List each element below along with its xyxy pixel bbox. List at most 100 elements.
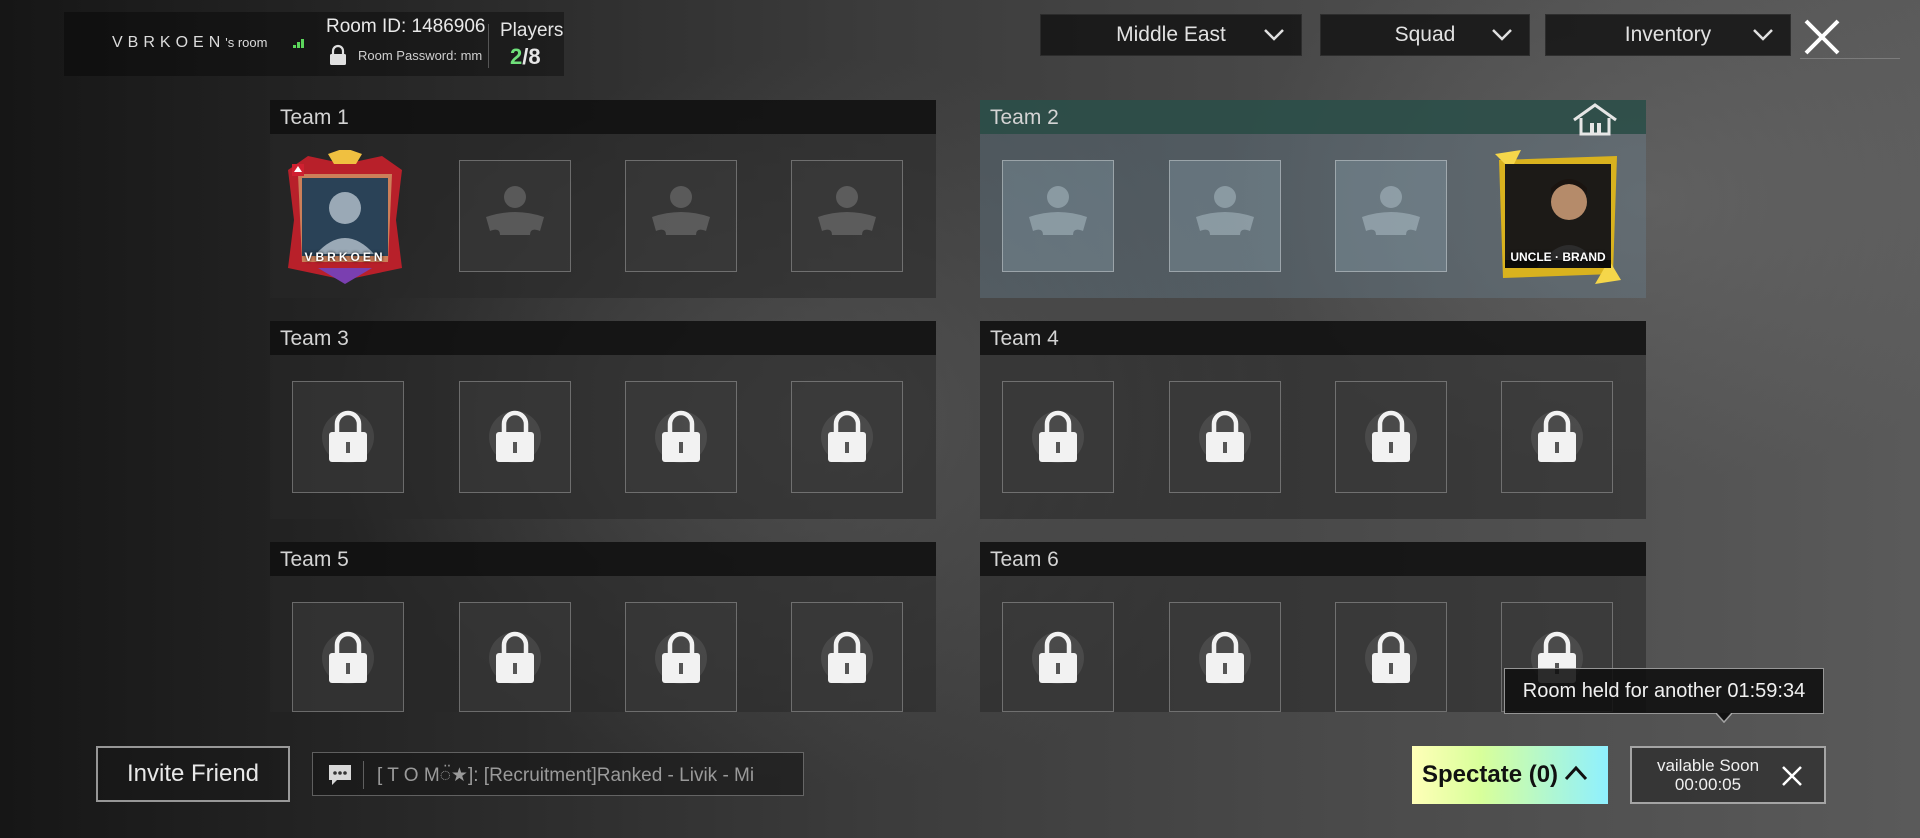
lock-icon xyxy=(821,410,873,463)
room-id: Room ID: 1486906 xyxy=(326,16,486,37)
empty-slot[interactable] xyxy=(791,160,903,272)
locked-slot[interactable] xyxy=(459,381,571,493)
available-line: vailable Soon xyxy=(1656,756,1760,775)
close-icon[interactable] xyxy=(1780,764,1804,788)
home-icon xyxy=(1573,103,1617,136)
team-1-label: Team 1 xyxy=(280,106,349,129)
mode-value: Squad xyxy=(1394,23,1456,46)
region-dropdown[interactable]: Middle East xyxy=(1040,14,1302,56)
tooltip-arrow xyxy=(1716,713,1732,723)
player-placeholder-icon xyxy=(818,186,876,235)
team-5-label: Team 5 xyxy=(280,548,349,571)
lock-icon xyxy=(655,410,707,463)
empty-slot[interactable] xyxy=(1169,160,1281,272)
lock-icon xyxy=(1531,410,1583,463)
team-4-label: Team 4 xyxy=(990,327,1059,350)
lock-icon xyxy=(330,44,346,65)
room-owner-name: VBRKOEN's room xyxy=(112,34,267,52)
locked-slot[interactable] xyxy=(1169,381,1281,493)
close-icon[interactable] xyxy=(1800,18,1844,56)
team-2-panel: Team 2 UNCLE · BRAND xyxy=(980,100,1646,298)
chevron-down-icon xyxy=(1264,29,1284,41)
lock-icon xyxy=(1199,631,1251,684)
empty-slot[interactable] xyxy=(625,160,737,272)
inventory-dropdown[interactable]: Inventory xyxy=(1545,14,1791,56)
empty-slot[interactable] xyxy=(459,160,571,272)
team-1-header: Team 1 xyxy=(270,100,936,134)
room-owner: VBRKOEN xyxy=(112,34,226,51)
info-divider xyxy=(488,24,489,68)
players-total: /8 xyxy=(522,44,541,69)
available-text: vailable Soon 00:00:05 xyxy=(1646,756,1770,794)
team-3-label: Team 3 xyxy=(280,327,349,350)
lock-icon xyxy=(489,410,541,463)
lock-icon xyxy=(655,631,707,684)
locked-slot[interactable] xyxy=(292,381,404,493)
team-3-panel: Team 3 xyxy=(270,321,936,519)
locked-slot[interactable] xyxy=(625,602,737,712)
lock-icon xyxy=(1032,631,1084,684)
lock-icon xyxy=(322,631,374,684)
locked-slot[interactable] xyxy=(625,381,737,493)
chevron-down-icon xyxy=(1753,29,1773,41)
player-avatar[interactable]: UNCLE · BRAND xyxy=(1491,150,1625,284)
chat-message: [ T O M◌̈★]: [Recruitment]Ranked - Livik… xyxy=(377,765,755,786)
player-placeholder-icon xyxy=(652,186,710,235)
spectate-label: Spectate (0) xyxy=(1422,761,1559,788)
mode-dropdown[interactable]: Squad xyxy=(1320,14,1530,56)
chat-icon xyxy=(329,765,351,785)
team-4-panel: Team 4 xyxy=(980,321,1646,519)
players-count: 2/8 xyxy=(510,44,541,70)
locked-slot[interactable] xyxy=(459,602,571,712)
team-1-panel: Team 1 VBRKOEN xyxy=(270,100,936,298)
player-placeholder-icon xyxy=(486,186,544,235)
team-6-header: Team 6 xyxy=(980,542,1646,576)
players-current: 2 xyxy=(510,44,523,69)
lock-icon xyxy=(1199,410,1251,463)
empty-slot[interactable] xyxy=(1002,160,1114,272)
team-4-header: Team 4 xyxy=(980,321,1646,355)
room-password: Room Password: mm xyxy=(358,48,483,63)
player-name: VBRKOEN xyxy=(304,250,386,264)
region-value: Middle East xyxy=(1116,23,1226,46)
available-timer: 00:00:05 xyxy=(1674,775,1742,794)
spectate-button[interactable]: Spectate (0) xyxy=(1412,746,1608,804)
player-name: UNCLE · BRAND xyxy=(1510,250,1606,264)
locked-slot[interactable] xyxy=(1169,602,1281,712)
lock-icon xyxy=(821,631,873,684)
inventory-value: Inventory xyxy=(1624,23,1712,46)
locked-slot[interactable] xyxy=(1002,602,1114,712)
player-avatar[interactable]: VBRKOEN xyxy=(278,150,412,284)
locked-slot[interactable] xyxy=(1335,381,1447,493)
team-6-label: Team 6 xyxy=(990,548,1059,571)
room-held-tooltip: Room held for another 01:59:34 xyxy=(1504,668,1824,714)
locked-slot[interactable] xyxy=(791,602,903,712)
chat-divider xyxy=(363,761,364,789)
room-owner-suffix: 's room xyxy=(225,35,268,50)
players-label: Players xyxy=(500,20,564,41)
locked-slot[interactable] xyxy=(1335,602,1447,712)
lock-icon xyxy=(322,410,374,463)
lock-icon xyxy=(1032,410,1084,463)
team-3-header: Team 3 xyxy=(270,321,936,355)
available-soon-box: vailable Soon 00:00:05 xyxy=(1630,746,1826,804)
header-divider xyxy=(1800,58,1900,59)
lock-icon xyxy=(489,631,541,684)
player-placeholder-icon xyxy=(1029,186,1087,235)
chevron-down-icon xyxy=(1492,29,1512,41)
invite-friend-button[interactable]: Invite Friend xyxy=(96,746,290,802)
locked-slot[interactable] xyxy=(1002,381,1114,493)
player-placeholder-icon xyxy=(1196,186,1254,235)
empty-slot[interactable] xyxy=(1335,160,1447,272)
team-2-label: Team 2 xyxy=(990,106,1059,129)
team-2-header: Team 2 xyxy=(980,100,1646,136)
chat-bar[interactable]: [ T O M◌̈★]: [Recruitment]Ranked - Livik… xyxy=(312,752,804,796)
locked-slot[interactable] xyxy=(1501,381,1613,493)
lock-icon xyxy=(1365,631,1417,684)
lock-icon xyxy=(1365,410,1417,463)
locked-slot[interactable] xyxy=(292,602,404,712)
team-5-panel: Team 5 xyxy=(270,542,936,712)
locked-slot[interactable] xyxy=(791,381,903,493)
chevron-up-icon xyxy=(1564,765,1588,781)
signal-icon xyxy=(293,38,305,48)
